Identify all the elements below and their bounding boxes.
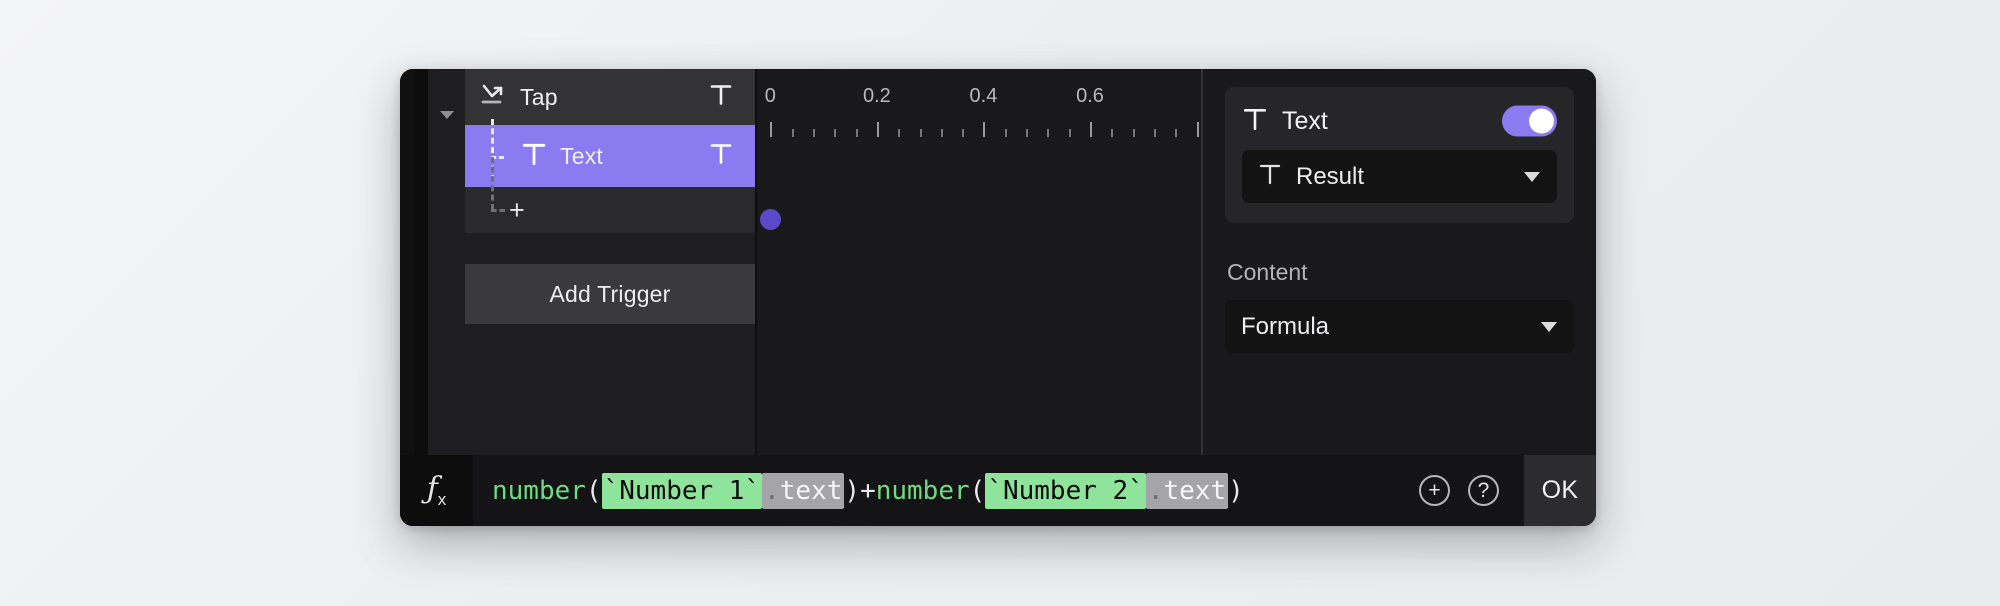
- timeline-tick: [1026, 129, 1028, 137]
- formula-variable-token: `Number 1`: [602, 473, 763, 509]
- keyframe-dot[interactable]: [760, 209, 781, 230]
- trigger-row-text[interactable]: Text: [465, 125, 755, 187]
- text-property-toggle[interactable]: [1502, 106, 1557, 137]
- timeline-tick: [1069, 129, 1071, 137]
- timeline-panel[interactable]: 0 0.2 0.4 0.6: [755, 69, 1201, 455]
- timeline-tick-label: 0.2: [863, 85, 891, 108]
- text-property-card: Text Result: [1225, 87, 1574, 223]
- chevron-down-icon: [1524, 172, 1540, 182]
- timeline-tick: [1154, 129, 1156, 137]
- editor-window: Tap: [400, 69, 1596, 526]
- content-type-select[interactable]: Formula: [1225, 300, 1574, 353]
- formula-fn-token: number: [492, 476, 586, 506]
- timeline-tick-labels: 0 0.2 0.4 0.6: [757, 85, 1201, 111]
- trigger-row-text-label: Text: [560, 143, 603, 170]
- plus-icon[interactable]: +: [509, 197, 525, 224]
- text-type-icon: [1258, 162, 1282, 191]
- formula-paren-token: ): [1228, 476, 1244, 506]
- text-type-icon: [521, 141, 547, 172]
- question-circle-icon[interactable]: ?: [1468, 475, 1499, 506]
- timeline-tick: [920, 129, 922, 137]
- text-type-icon: [1242, 106, 1268, 137]
- text-property-card-header: Text: [1242, 104, 1557, 138]
- timeline-tick: [856, 129, 858, 137]
- formula-action-buttons: + ?: [1400, 455, 1524, 526]
- timeline-tick: [1197, 122, 1199, 137]
- text-type-icon[interactable]: [709, 142, 733, 171]
- timeline-tick: [1047, 129, 1049, 137]
- formula-bar: ƒx number(`Number 1`.text)+number(`Numbe…: [400, 455, 1596, 526]
- disclosure-column: [428, 69, 465, 455]
- timeline-tick-marks: [757, 121, 1201, 137]
- timeline-tick: [1090, 122, 1092, 137]
- timeline-tick: [834, 129, 836, 137]
- timeline-tick-label: 0.4: [970, 85, 998, 108]
- timeline-tick: [1133, 129, 1135, 137]
- plus-circle-icon[interactable]: +: [1419, 475, 1450, 506]
- inspector-panel: Text Result Content: [1201, 69, 1596, 455]
- add-trigger-button[interactable]: Add Trigger: [465, 264, 755, 324]
- target-layer-value: Result: [1296, 163, 1364, 191]
- formula-paren-token: (: [970, 476, 986, 506]
- text-property-card-title: Text: [1282, 107, 1328, 136]
- timeline-tick-label: 0.6: [1076, 85, 1104, 108]
- timeline-tick: [983, 122, 985, 137]
- formula-input[interactable]: number(`Number 1`.text)+number(`Number 2…: [473, 455, 1400, 526]
- trigger-list-panel: Tap: [465, 69, 755, 455]
- tap-gesture-icon: [479, 81, 507, 114]
- timeline-tick: [941, 129, 943, 137]
- timeline-tick: [813, 129, 815, 137]
- trigger-row-tap[interactable]: Tap: [465, 69, 755, 125]
- target-layer-select[interactable]: Result: [1242, 150, 1557, 203]
- formula-paren-token: (: [586, 476, 602, 506]
- formula-fn-token: number: [876, 476, 970, 506]
- timeline-tick: [1005, 129, 1007, 137]
- window-left-gutter: [400, 69, 415, 455]
- timeline-tick: [770, 122, 772, 137]
- window-left-gutter-inner: [415, 69, 428, 455]
- content-type-value: Formula: [1241, 313, 1329, 341]
- timeline-tick: [898, 129, 900, 137]
- formula-ok-button[interactable]: OK: [1524, 455, 1596, 526]
- triangle-down-icon[interactable]: [440, 111, 454, 119]
- trigger-row-tap-label: Tap: [520, 84, 558, 111]
- trigger-row-add[interactable]: +: [465, 187, 755, 233]
- toggle-knob: [1529, 109, 1554, 134]
- timeline-tick: [1175, 129, 1177, 137]
- timeline-tick: [1111, 129, 1113, 137]
- text-type-icon[interactable]: [709, 83, 733, 112]
- content-section-label: Content: [1227, 259, 1574, 286]
- timeline-tick: [877, 122, 879, 137]
- timeline-tick-label: 0: [765, 85, 776, 108]
- formula-property-token: .text: [1146, 473, 1228, 509]
- timeline-tick: [962, 129, 964, 137]
- function-fx-icon[interactable]: ƒx: [400, 455, 473, 526]
- chevron-down-icon: [1541, 322, 1557, 332]
- formula-op-token: +: [860, 476, 876, 506]
- editor-upper-area: Tap: [400, 69, 1596, 455]
- timeline-ruler[interactable]: 0 0.2 0.4 0.6: [757, 69, 1201, 147]
- formula-paren-token: ): [844, 476, 860, 506]
- formula-variable-token: `Number 2`: [985, 473, 1146, 509]
- tree-connector-text: [487, 125, 521, 187]
- formula-property-token: .text: [762, 473, 844, 509]
- timeline-tick: [792, 129, 794, 137]
